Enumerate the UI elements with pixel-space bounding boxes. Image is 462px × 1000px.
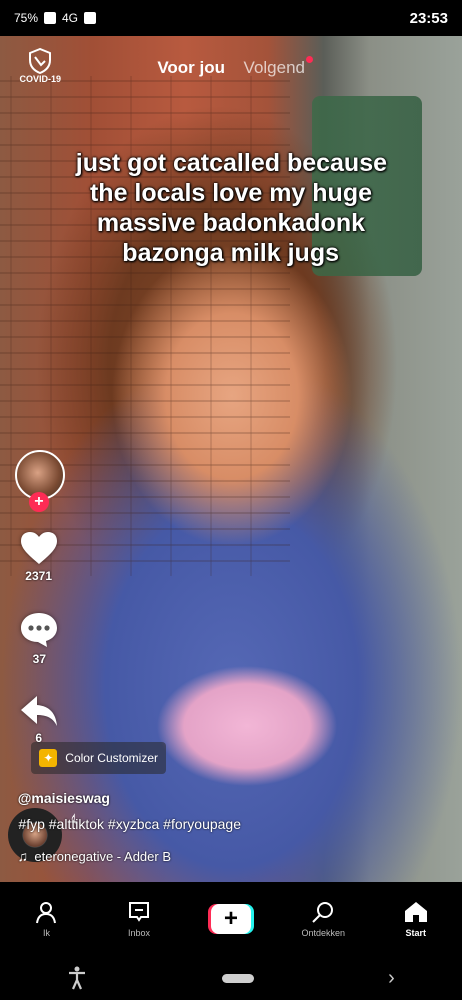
tab-for-you[interactable]: Voor jou: [157, 58, 225, 78]
nav-inbox[interactable]: Inbox: [99, 900, 179, 938]
creator-avatar[interactable]: +: [13, 450, 65, 512]
wifi-icon: [84, 12, 97, 24]
nav-home-label: Start: [405, 928, 427, 938]
nav-discover[interactable]: Ontdekken: [283, 900, 363, 938]
nav-discover-label: Ontdekken: [301, 928, 346, 938]
bottom-navigation: Start Ontdekken + Inbox Ik: [0, 882, 462, 956]
accessibility-icon[interactable]: [67, 966, 87, 990]
nav-home[interactable]: Start: [376, 900, 456, 938]
like-button[interactable]: 2371: [19, 530, 59, 583]
post-description[interactable]: #fyp #alttiktok #xyzbca #foryoupage: [18, 816, 241, 832]
comment-count: 37: [32, 652, 46, 666]
create-button[interactable]: +: [208, 904, 255, 934]
video-caption: just got catcalled because the locals lo…: [30, 148, 432, 268]
share-button[interactable]: 6: [19, 694, 59, 745]
action-rail: + 2371 37 6: [10, 450, 68, 745]
profile-icon: [36, 902, 57, 924]
home-icon: [404, 902, 427, 922]
comment-button[interactable]: 37: [19, 611, 59, 666]
like-count: 2371: [25, 569, 53, 583]
tiktok-screen: 23:53 4G 75% Volgend Voor jou COVID-19 j…: [0, 0, 462, 1000]
effect-label: Color Customizer: [65, 751, 158, 765]
shield-icon: [29, 48, 51, 74]
plus-icon: +: [211, 904, 252, 934]
caption-line: the locals love my huge: [89, 179, 373, 207]
caption-line: bazonga milk jugs: [122, 239, 340, 267]
comment-icon: [21, 613, 57, 647]
nav-profile-label: Ik: [42, 928, 50, 938]
sound-title: eteronegative - Adder B: [34, 848, 172, 864]
battery-label: 75%: [14, 11, 39, 25]
music-note-icon: ♫: [18, 848, 29, 864]
status-icons: 4G 75%: [14, 11, 97, 25]
creator-username[interactable]: @maisieswag: [18, 790, 110, 806]
search-icon: [312, 902, 334, 923]
covid-info-button[interactable]: COVID-19: [14, 48, 66, 84]
sound-link[interactable]: eteronegative - Adder B ♫: [18, 848, 171, 864]
live-indicator: [305, 56, 313, 63]
tab-following-label: Volgend: [243, 58, 305, 77]
status-bar: 23:53 4G 75%: [0, 0, 462, 36]
nav-profile[interactable]: Ik: [6, 900, 86, 938]
battery-icon: [44, 12, 57, 24]
nav-inbox-label: Inbox: [127, 928, 150, 938]
inbox-icon: [128, 902, 149, 922]
network-label: 4G: [62, 11, 79, 25]
covid-label: COVID-19: [19, 74, 61, 84]
nav-create[interactable]: +: [191, 904, 271, 934]
system-navigation: ‹: [0, 956, 462, 1000]
follow-plus-icon[interactable]: +: [29, 492, 49, 512]
tab-following[interactable]: Volgend: [243, 56, 313, 78]
home-pill[interactable]: [221, 973, 254, 983]
effect-tag[interactable]: Color Customizer ✦: [31, 742, 166, 774]
caption-line: massive badonkadonk: [96, 209, 366, 237]
caption-line: just got catcalled because: [75, 149, 387, 177]
back-chevron-icon[interactable]: ‹: [388, 967, 395, 990]
effect-sparkle-icon: ✦: [39, 749, 58, 767]
share-arrow-icon: [21, 696, 57, 726]
heart-icon: [21, 532, 57, 564]
status-time: 23:53: [409, 9, 448, 27]
tab-for-you-label: Voor jou: [157, 58, 226, 77]
feed-tabs: Volgend Voor jou: [0, 56, 462, 78]
